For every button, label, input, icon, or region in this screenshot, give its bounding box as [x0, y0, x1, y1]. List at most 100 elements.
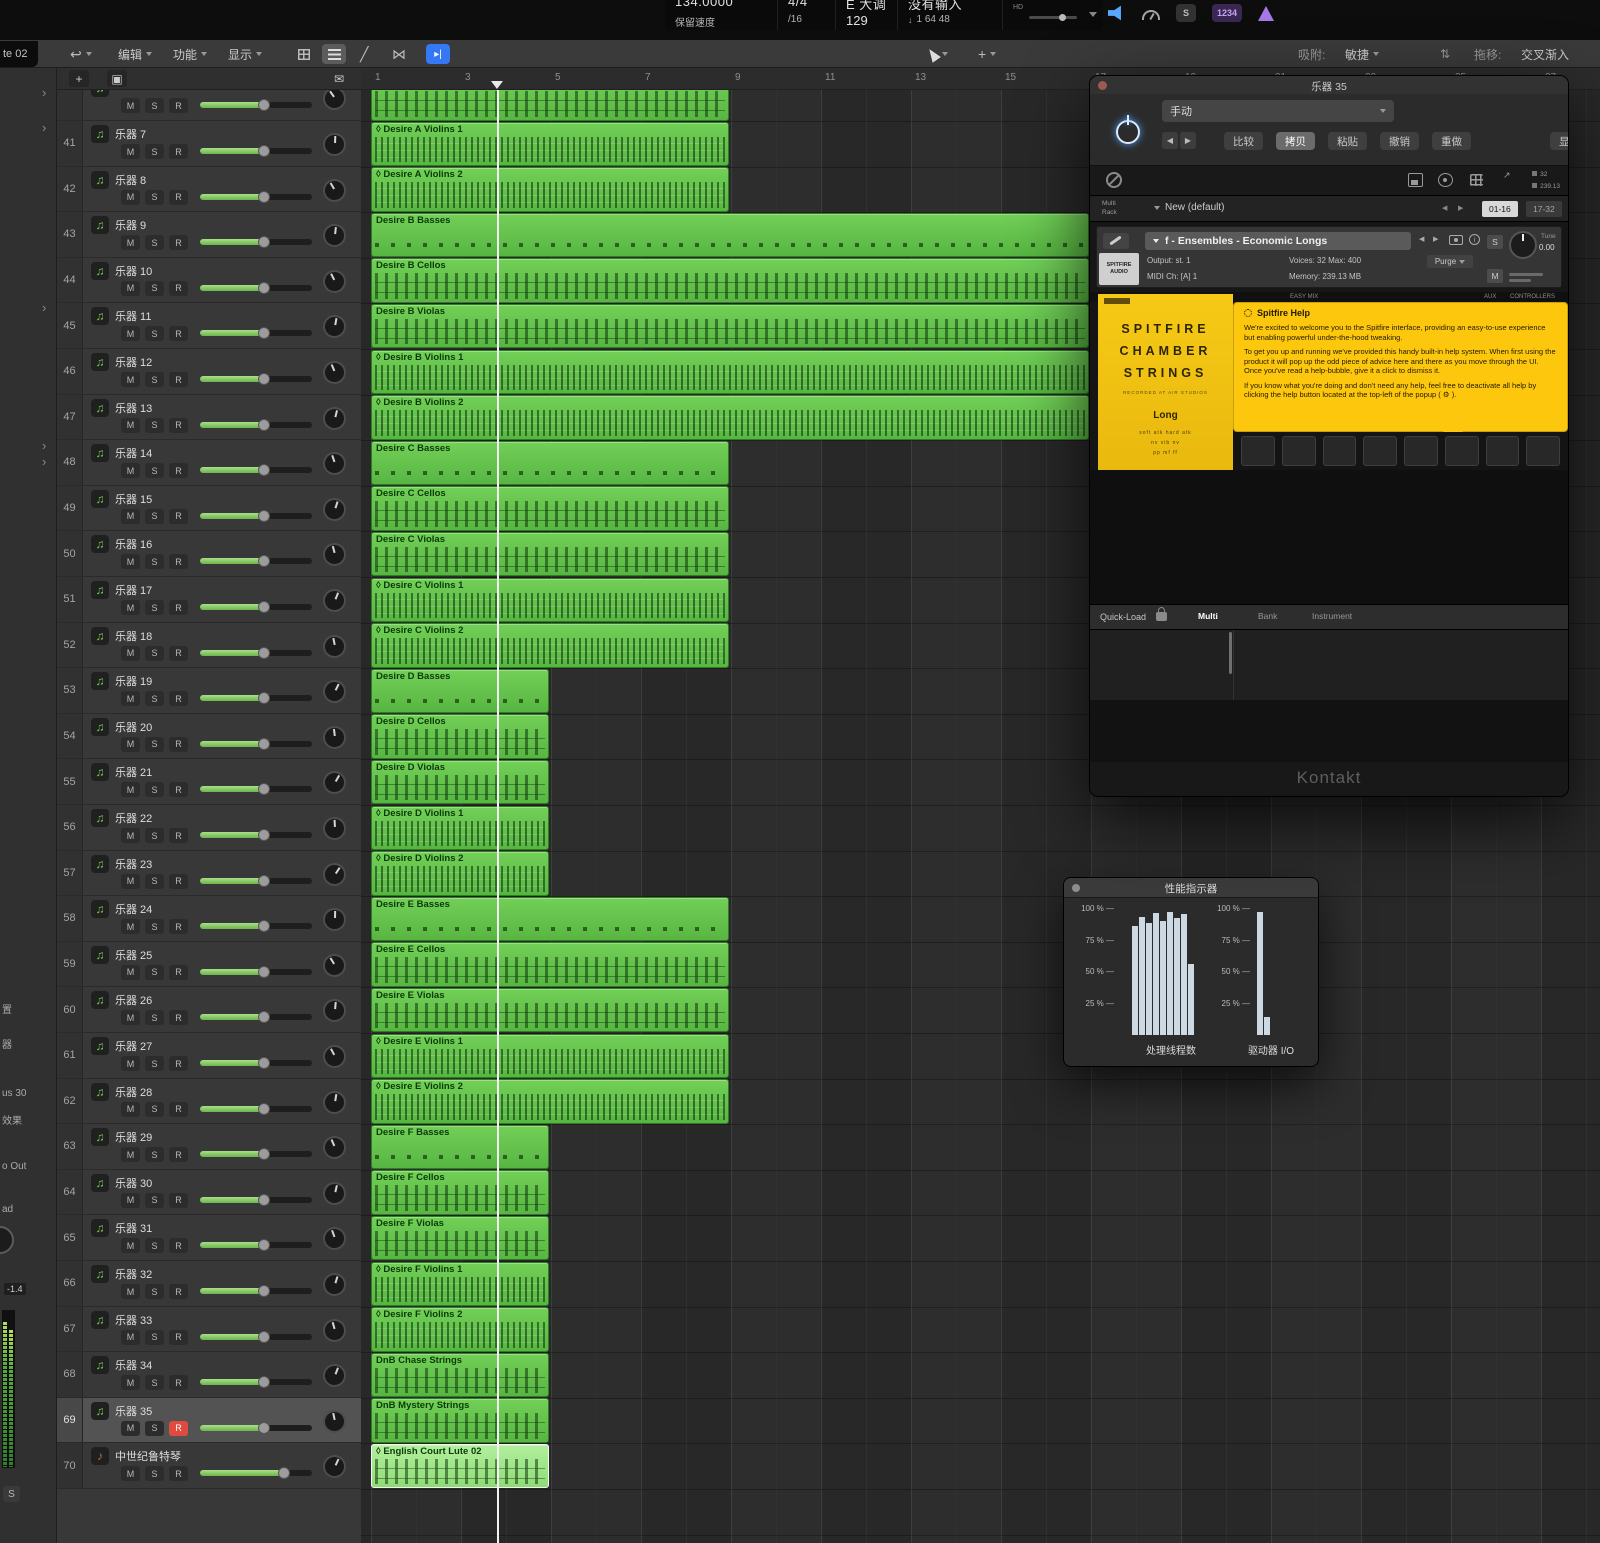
- midi-region[interactable]: Desire E Cellos: [371, 942, 729, 987]
- power-icon[interactable]: [1116, 120, 1140, 144]
- pan-knob[interactable]: [321, 314, 348, 341]
- pan-knob[interactable]: [322, 998, 347, 1023]
- midi-region[interactable]: ◊ Desire D Violins 1: [371, 806, 549, 851]
- snapshot-icon[interactable]: [1449, 235, 1463, 245]
- track-header[interactable]: 50♫乐器 16MSR: [57, 531, 361, 577]
- solo-button[interactable]: S: [145, 1466, 164, 1481]
- volume-slider[interactable]: [200, 1197, 312, 1203]
- pan-knob[interactable]: [321, 1408, 348, 1435]
- record-enable-button[interactable]: R: [169, 1056, 188, 1071]
- mute-button[interactable]: M: [121, 828, 140, 843]
- volume-slider[interactable]: [200, 650, 312, 656]
- track-header[interactable]: 43♫乐器 9MSR: [57, 212, 361, 258]
- snap-selector[interactable]: 敏捷: [1345, 40, 1379, 68]
- pan-knob[interactable]: [320, 1316, 348, 1344]
- keyswitch-button[interactable]: [1526, 436, 1560, 466]
- menu-edit[interactable]: 编辑: [118, 40, 152, 68]
- midi-region[interactable]: Desire E Violas: [371, 988, 729, 1033]
- volume-slider[interactable]: [200, 102, 312, 108]
- performance-gauge-icon[interactable]: [1142, 10, 1160, 20]
- volume-slider[interactable]: [200, 1242, 312, 1248]
- volume-slider[interactable]: [200, 513, 312, 519]
- midi-region[interactable]: Desire C Cellos: [371, 486, 729, 531]
- midi-region[interactable]: Desire B Violas: [371, 304, 1089, 349]
- pan-knob[interactable]: [321, 1180, 349, 1208]
- volume-thumb[interactable]: [258, 419, 270, 431]
- volume-thumb[interactable]: [258, 601, 270, 613]
- pan-knob[interactable]: [318, 90, 350, 115]
- record-enable-button[interactable]: R: [169, 1238, 188, 1253]
- volume-slider[interactable]: [200, 1288, 312, 1294]
- disclosure-icon[interactable]: ›: [42, 300, 46, 315]
- solo-button[interactable]: S: [145, 1238, 164, 1253]
- mute-button[interactable]: M: [121, 1056, 140, 1071]
- volume-slider[interactable]: [200, 467, 312, 473]
- pan-knob[interactable]: [319, 1452, 350, 1483]
- track-header[interactable]: 45♫乐器 11MSR: [57, 303, 361, 349]
- multi-preset-name[interactable]: New (default): [1154, 202, 1224, 213]
- track-header[interactable]: 52♫乐器 18MSR: [57, 623, 361, 669]
- count-in-badge[interactable]: 1234: [1212, 4, 1242, 22]
- midi-channel-field[interactable]: MIDI Ch: [A] 1: [1147, 272, 1197, 281]
- mute-button[interactable]: M: [121, 1284, 140, 1299]
- pan-knob[interactable]: [319, 357, 349, 387]
- midi-region[interactable]: ◊ Desire E Violins 2: [371, 1079, 729, 1124]
- volume-thumb[interactable]: [258, 1194, 270, 1206]
- track-header[interactable]: 64♫乐器 30MSR: [57, 1170, 361, 1216]
- volume-slider[interactable]: [200, 1106, 312, 1112]
- track-header[interactable]: 62♫乐器 28MSR: [57, 1079, 361, 1125]
- track-header[interactable]: 58♫乐器 24MSR: [57, 896, 361, 942]
- disclosure-icon[interactable]: ›: [42, 120, 46, 135]
- disclosure-icon[interactable]: ›: [42, 85, 46, 100]
- slot-volume-knob[interactable]: [1509, 231, 1537, 259]
- track-header[interactable]: 67♫乐器 33MSR: [57, 1307, 361, 1353]
- volume-thumb[interactable]: [258, 647, 270, 659]
- solo-button[interactable]: S: [145, 1010, 164, 1025]
- volume-slider[interactable]: [200, 832, 312, 838]
- volume-thumb[interactable]: [258, 555, 270, 567]
- drag-selector[interactable]: 交叉渐入: [1521, 40, 1569, 68]
- autoplay-button[interactable]: ▸|: [426, 40, 450, 68]
- pan-knob[interactable]: [320, 495, 349, 524]
- volume-slider[interactable]: [200, 969, 312, 975]
- midi-region[interactable]: Desire C Violas: [371, 532, 729, 577]
- pan-knob[interactable]: [323, 908, 346, 931]
- mute-button[interactable]: M: [121, 737, 140, 752]
- record-enable-button[interactable]: R: [169, 1102, 188, 1117]
- volume-thumb[interactable]: [258, 510, 270, 522]
- solo-button[interactable]: S: [145, 509, 164, 524]
- mute-button[interactable]: M: [121, 782, 140, 797]
- pan-knob[interactable]: [321, 404, 349, 432]
- volume-slider[interactable]: [200, 194, 312, 200]
- prev-preset-button[interactable]: ◀: [1162, 132, 1178, 149]
- mute-button[interactable]: M: [121, 144, 140, 159]
- mute-button[interactable]: M: [121, 646, 140, 661]
- solo-button[interactable]: S: [145, 782, 164, 797]
- gear-icon[interactable]: [1438, 173, 1453, 187]
- pan-knob[interactable]: [320, 541, 348, 569]
- lcd-hd-slider[interactable]: [1029, 16, 1077, 19]
- track-header[interactable]: 59♫乐器 25MSR: [57, 942, 361, 988]
- info-icon[interactable]: i: [1469, 234, 1480, 245]
- mute-button[interactable]: M: [121, 372, 140, 387]
- record-enable-button[interactable]: R: [169, 874, 188, 889]
- secondary-tool-selector[interactable]: +: [978, 40, 996, 68]
- volume-slider[interactable]: [200, 285, 312, 291]
- pan-knob[interactable]: [319, 266, 350, 297]
- record-enable-button[interactable]: R: [169, 737, 188, 752]
- midi-region[interactable]: Desire B Cellos: [371, 258, 1089, 303]
- solo-button[interactable]: S: [145, 1193, 164, 1208]
- midi-region[interactable]: ◊ Desire F Violins 2: [371, 1307, 549, 1352]
- solo-button[interactable]: S: [145, 1102, 164, 1117]
- record-enable-button[interactable]: R: [169, 1466, 188, 1481]
- loop-tool-icon[interactable]: ⋈: [392, 40, 406, 68]
- volume-thumb[interactable]: [258, 1331, 270, 1343]
- volume-thumb[interactable]: [258, 1011, 270, 1023]
- lcd-key-section[interactable]: E 大调 129: [836, 0, 898, 30]
- volume-slider[interactable]: [200, 1334, 312, 1340]
- speaker-icon[interactable]: [1108, 5, 1126, 21]
- mute-button[interactable]: M: [121, 919, 140, 934]
- midi-region[interactable]: Desire B Basses: [371, 213, 1089, 258]
- track-header[interactable]: 53♫乐器 19MSR: [57, 668, 361, 714]
- solo-button[interactable]: S: [145, 326, 164, 341]
